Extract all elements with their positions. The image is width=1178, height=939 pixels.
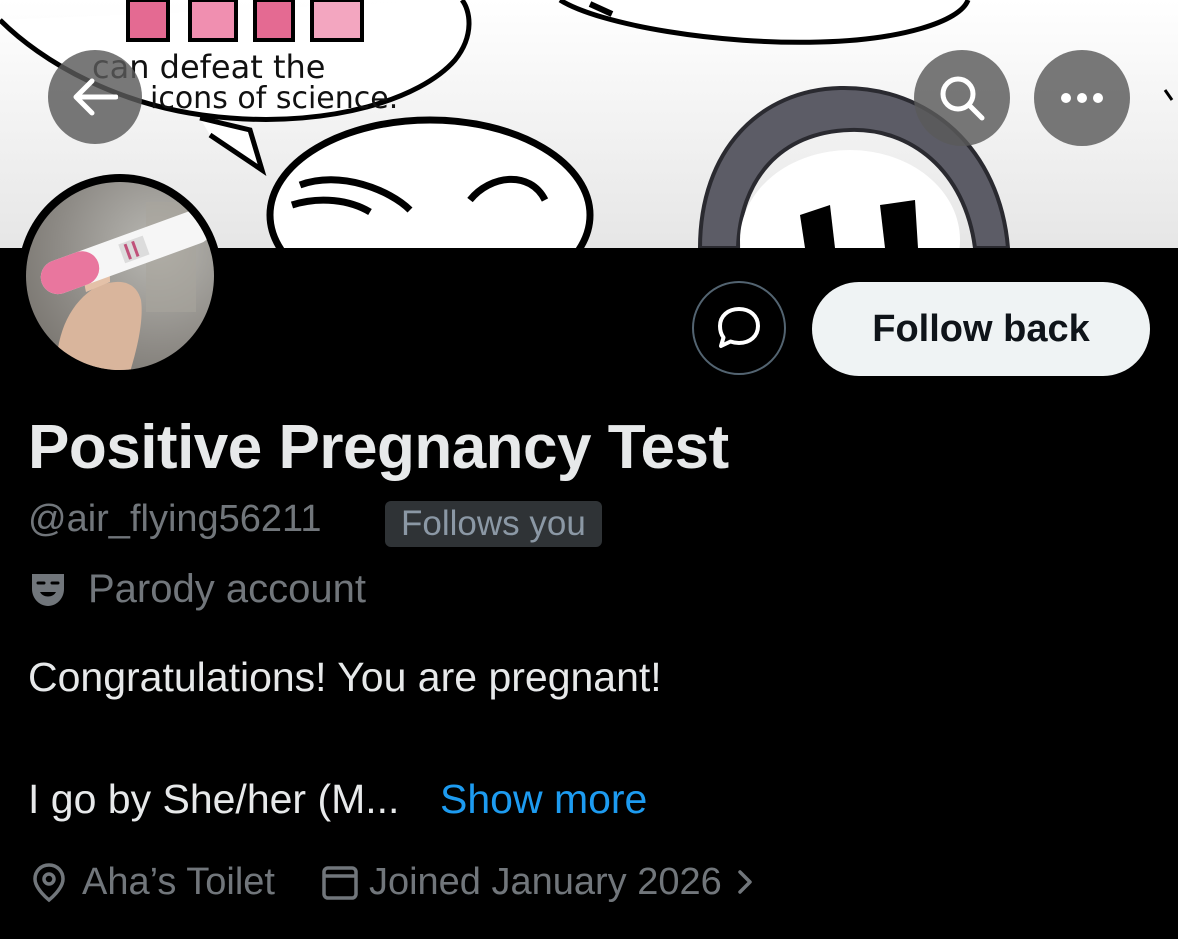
- avatar-image: [26, 182, 214, 370]
- parody-mask-icon: [32, 574, 64, 606]
- user-handle: @air_flying56211: [28, 498, 322, 540]
- back-button[interactable]: [48, 50, 142, 144]
- message-button[interactable]: [692, 281, 786, 375]
- more-options-button[interactable]: [1034, 50, 1130, 146]
- calendar-icon: [322, 866, 358, 900]
- search-icon: [940, 76, 985, 121]
- show-more-link[interactable]: Show more: [440, 776, 647, 823]
- search-button[interactable]: [914, 50, 1010, 146]
- bio-line-1: Congratulations! You are pregnant!: [28, 654, 662, 700]
- parody-label: Parody account: [88, 566, 366, 611]
- joined-date[interactable]: Joined January 2026: [369, 861, 722, 904]
- location-pin-icon: [33, 863, 65, 903]
- profile-meta-row: Aha’s Toilet Joined January 2026: [28, 856, 754, 908]
- display-name: Positive Pregnancy Test: [28, 413, 729, 482]
- follow-back-button[interactable]: Follow back: [812, 282, 1150, 376]
- chevron-right-icon[interactable]: [736, 868, 754, 896]
- follows-you-badge: Follows you: [385, 501, 602, 547]
- more-horizontal-icon: [1061, 93, 1103, 103]
- bio-line-2: I go by She/her (M...: [28, 776, 400, 822]
- banner-text-line-2: icons of science.: [150, 81, 398, 116]
- message-bubble-icon: [718, 307, 760, 348]
- location-text: Aha’s Toilet: [82, 860, 275, 903]
- arrow-left-icon: [73, 78, 118, 116]
- parody-label-row: Parody account: [28, 566, 366, 612]
- profile-avatar[interactable]: [18, 174, 222, 378]
